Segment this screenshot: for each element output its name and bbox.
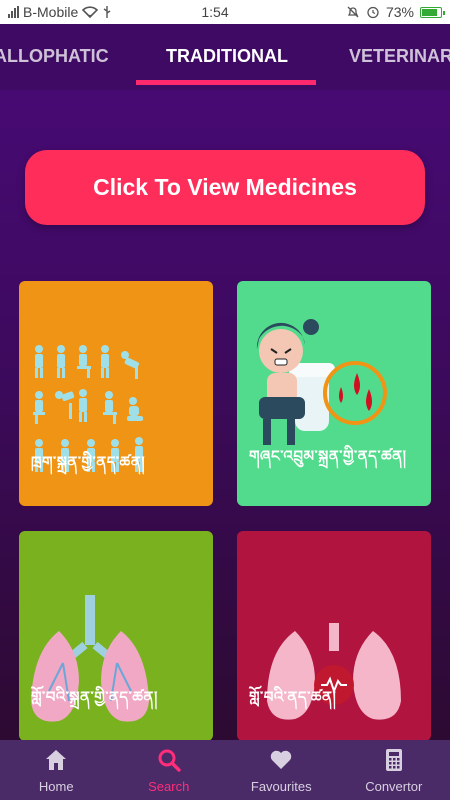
view-medicines-button[interactable]: Click To View Medicines <box>25 150 425 225</box>
category-card-hemorrhoids[interactable]: གཞང་འབྲུམ་སྐྲན་གྱི་ནད་ཚན། <box>237 281 431 506</box>
tab-veterinary[interactable]: VETERINARY <box>349 46 450 67</box>
clock: 1:54 <box>201 4 229 20</box>
category-card-lung-disease[interactable]: གློ་བའི་ནད་ཚན། <box>237 531 431 741</box>
tab-traditional[interactable]: TRADITIONAL <box>166 46 288 67</box>
calculator-icon <box>385 748 402 771</box>
category-card-blood-cancer[interactable]: ཁྲག་སྐྲན་གྱི་ནད་ཚན། <box>19 281 213 506</box>
card-label: གཞང་འབྲུམ་སྐྲན་གྱི་ནད་ཚན། <box>249 447 407 465</box>
bottom-navigation: Home Search Favourites Convertor <box>0 740 450 800</box>
mute-bell-icon <box>347 6 359 18</box>
card-label: གློ་བའི་སྐྲན་གྱི་ནད་ཚན། <box>31 688 158 706</box>
nav-search[interactable]: Search <box>113 740 226 800</box>
nav-favourites[interactable]: Favourites <box>225 740 338 800</box>
active-tab-indicator <box>136 80 316 85</box>
battery-percent: 73% <box>385 4 414 20</box>
card-label: ཁྲག་སྐྲན་གྱི་ནད་ཚན། <box>31 453 146 471</box>
status-bar: B-Mobile 1:54 73% <box>0 0 450 24</box>
nav-favourites-label: Favourites <box>250 778 312 794</box>
nav-home[interactable]: Home <box>0 740 113 800</box>
status-right: 73% <box>272 4 445 20</box>
category-tabs: ALLOPHATIC TRADITIONAL VETERINARY <box>0 24 450 90</box>
tab-allophatic[interactable]: ALLOPHATIC <box>0 46 109 67</box>
wifi-icon <box>82 6 99 18</box>
search-icon <box>158 749 181 772</box>
signal-icon <box>8 6 19 18</box>
home-icon <box>46 749 67 770</box>
battery-icon <box>420 6 445 18</box>
nav-convertor-label: Convertor <box>365 778 423 794</box>
heart-icon <box>271 750 292 769</box>
alarm-icon <box>367 6 379 19</box>
card-label: གློ་བའི་ནད་ཚན། <box>249 688 337 706</box>
carrier-name: B-Mobile <box>23 4 79 20</box>
status-left: B-Mobile <box>8 4 178 20</box>
usb-icon <box>103 6 111 18</box>
nav-search-label: Search <box>148 778 190 794</box>
nav-home-label: Home <box>38 778 74 794</box>
category-card-lung-cancer[interactable]: གློ་བའི་སྐྲན་གྱི་ནད་ཚན། <box>19 531 213 741</box>
nav-convertor[interactable]: Convertor <box>338 740 450 800</box>
